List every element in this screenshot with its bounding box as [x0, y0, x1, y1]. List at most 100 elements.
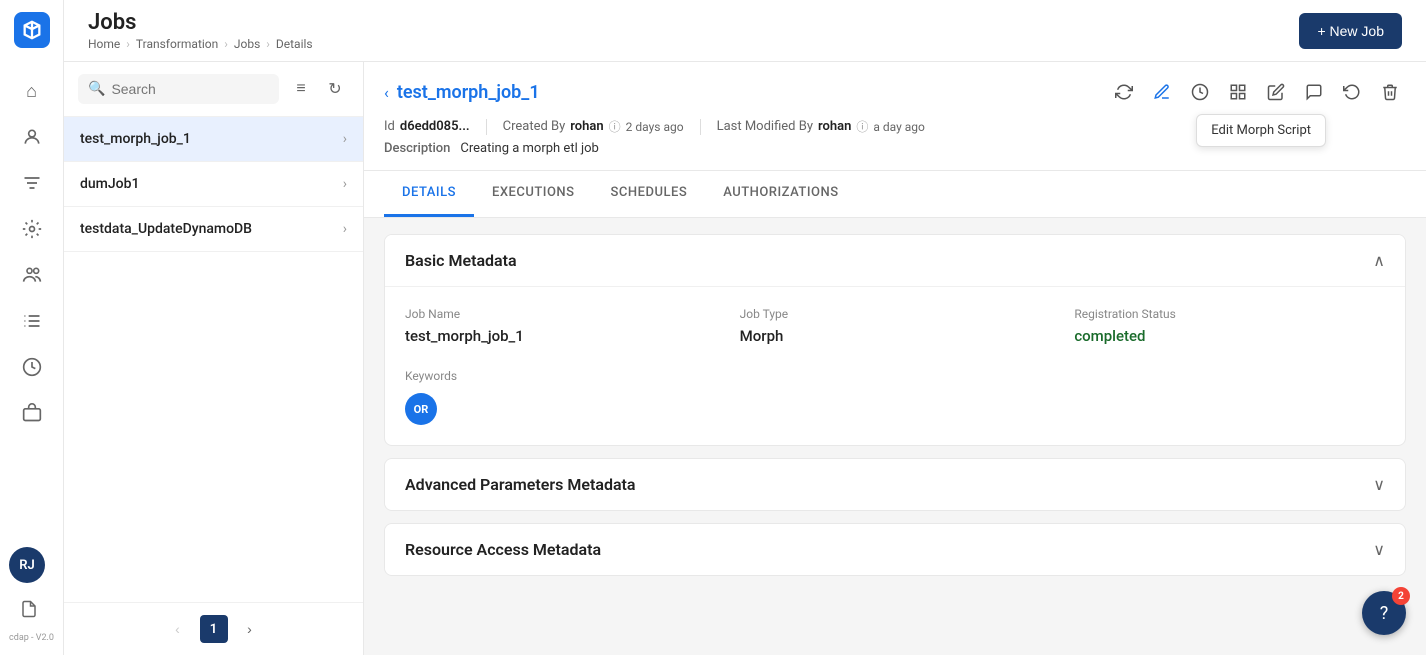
job-name-value: test_morph_job_1: [405, 327, 716, 345]
advanced-metadata-chevron: ∨: [1373, 475, 1385, 494]
advanced-metadata-section: Advanced Parameters Metadata ∨: [384, 458, 1406, 511]
content-area: 🔍 ≡ ↻ test_morph_job_1 › dumJob1 ›: [64, 62, 1426, 655]
next-page-button[interactable]: ›: [236, 615, 264, 643]
job-item-name-1: dumJob1: [80, 176, 139, 192]
meta-modified-by: rohan: [818, 119, 851, 134]
job-type-field: Job Type Morph: [740, 307, 1051, 345]
breadcrumb: Home › Transformation › Jobs › Details: [88, 37, 313, 51]
basic-metadata-chevron: ∧: [1373, 251, 1385, 270]
job-name-field: Job Name test_morph_job_1: [405, 307, 716, 345]
grid-button[interactable]: [1222, 76, 1254, 108]
edit-morph-script-button[interactable]: [1146, 76, 1178, 108]
page-title: Jobs: [88, 10, 313, 35]
detail-actions: Edit Morph Script: [1108, 76, 1406, 108]
sidebar: ⌂ RJ: [0, 0, 64, 655]
job-item-arrow-2: ›: [343, 221, 347, 237]
advanced-metadata-header[interactable]: Advanced Parameters Metadata ∨: [385, 459, 1405, 510]
top-header: Jobs Home › Transformation › Jobs › Deta…: [64, 0, 1426, 62]
filter-button[interactable]: ≡: [287, 75, 315, 103]
meta-sep-2: [700, 119, 701, 135]
sidebar-item-bag[interactable]: [12, 393, 52, 433]
breadcrumb-sep-2: ›: [224, 37, 228, 51]
sidebar-item-home[interactable]: ⌂: [12, 71, 52, 111]
search-input[interactable]: [111, 81, 269, 97]
registration-status-field: Registration Status completed: [1074, 307, 1385, 345]
prev-page-button[interactable]: ‹: [164, 615, 192, 643]
job-type-label: Job Type: [740, 307, 1051, 321]
job-item-2[interactable]: testdata_UpdateDynamoDB ›: [64, 207, 363, 252]
meta-modified: Last Modified By rohan ⓘ a day ago: [717, 118, 925, 135]
refresh-button[interactable]: ↻: [321, 75, 349, 103]
sidebar-item-users[interactable]: [12, 255, 52, 295]
breadcrumb-transformation[interactable]: Transformation: [136, 37, 218, 51]
tab-schedules[interactable]: SCHEDULES: [593, 171, 706, 217]
edit-morph-script-tooltip: Edit Morph Script: [1196, 114, 1326, 147]
pagination: ‹ 1 ›: [64, 602, 363, 655]
basic-metadata-title: Basic Metadata: [405, 251, 517, 270]
breadcrumb-details: Details: [276, 37, 313, 51]
keywords-section: Keywords OR: [405, 369, 1385, 425]
job-name-label: Job Name: [405, 307, 716, 321]
sidebar-item-settings[interactable]: [12, 209, 52, 249]
sidebar-item-clock[interactable]: [12, 347, 52, 387]
delete-button[interactable]: [1374, 76, 1406, 108]
back-arrow-icon[interactable]: ‹: [384, 83, 389, 102]
header-left: Jobs Home › Transformation › Jobs › Deta…: [88, 10, 313, 51]
meta-created: Created By rohan ⓘ 2 days ago: [503, 118, 684, 135]
help-icon: ?: [1380, 603, 1389, 624]
new-job-button[interactable]: + New Job: [1299, 13, 1402, 49]
sidebar-item-filter[interactable]: [12, 163, 52, 203]
metadata-grid: Job Name test_morph_job_1 Job Type Morph…: [405, 307, 1385, 345]
tab-authorizations[interactable]: AUTHORIZATIONS: [705, 171, 856, 217]
basic-metadata-header[interactable]: Basic Metadata ∧: [385, 235, 1405, 286]
main-area: Jobs Home › Transformation › Jobs › Deta…: [64, 0, 1426, 655]
meta-sep-1: [486, 119, 487, 135]
basic-metadata-section: Basic Metadata ∧ Job Name test_morph_job…: [384, 234, 1406, 446]
job-item-0[interactable]: test_morph_job_1 ›: [64, 117, 363, 162]
user-avatar[interactable]: RJ: [9, 547, 45, 583]
meta-modified-time: a day ago: [873, 120, 924, 134]
tabs-bar: DETAILS EXECUTIONS SCHEDULES AUTHORIZATI…: [364, 171, 1426, 218]
job-item-name-0: test_morph_job_1: [80, 131, 191, 147]
search-bar: 🔍 ≡ ↻: [64, 62, 363, 117]
job-item-arrow-0: ›: [343, 131, 347, 147]
tab-details[interactable]: DETAILS: [384, 171, 474, 217]
resource-metadata-chevron: ∨: [1373, 540, 1385, 559]
job-item-name-2: testdata_UpdateDynamoDB: [80, 221, 252, 237]
search-icon: 🔍: [88, 81, 105, 97]
detail-content: Basic Metadata ∧ Job Name test_morph_job…: [364, 218, 1426, 655]
registration-status-label: Registration Status: [1074, 307, 1385, 321]
left-panel: 🔍 ≡ ↻ test_morph_job_1 › dumJob1 ›: [64, 62, 364, 655]
detail-job-name: test_morph_job_1: [397, 82, 540, 103]
resource-metadata-header[interactable]: Resource Access Metadata ∨: [385, 524, 1405, 575]
sidebar-item-docs[interactable]: [9, 589, 49, 629]
created-info-icon: ⓘ: [609, 118, 621, 135]
meta-id-value: d6edd085...: [400, 119, 470, 134]
description-label: Description: [384, 141, 450, 156]
description-value: Creating a morph etl job: [460, 141, 598, 156]
app-version: cdap - V2.0: [9, 633, 54, 643]
breadcrumb-home[interactable]: Home: [88, 37, 120, 51]
meta-id: Id d6edd085...: [384, 119, 470, 134]
tab-executions[interactable]: EXECUTIONS: [474, 171, 593, 217]
sidebar-item-people[interactable]: [12, 117, 52, 157]
search-actions: ≡ ↻: [287, 75, 349, 103]
detail-header: ‹ test_morph_job_1: [364, 62, 1426, 171]
breadcrumb-jobs[interactable]: Jobs: [234, 37, 260, 51]
edit-button[interactable]: [1260, 76, 1292, 108]
job-type-value: Morph: [740, 327, 1051, 345]
meta-created-label: Created By: [503, 119, 566, 134]
app-logo[interactable]: [14, 12, 50, 48]
search-wrapper: 🔍: [78, 74, 279, 104]
detail-title: ‹ test_morph_job_1: [384, 82, 540, 103]
help-fab[interactable]: ? 2: [1362, 591, 1406, 635]
resource-metadata-title: Resource Access Metadata: [405, 540, 601, 559]
schedule-button[interactable]: [1184, 76, 1216, 108]
history-button[interactable]: [1336, 76, 1368, 108]
registration-status-value: completed: [1074, 327, 1385, 345]
sidebar-item-connections[interactable]: [12, 301, 52, 341]
comment-button[interactable]: [1298, 76, 1330, 108]
right-panel: ‹ test_morph_job_1: [364, 62, 1426, 655]
sync-button[interactable]: [1108, 76, 1140, 108]
job-item-1[interactable]: dumJob1 ›: [64, 162, 363, 207]
